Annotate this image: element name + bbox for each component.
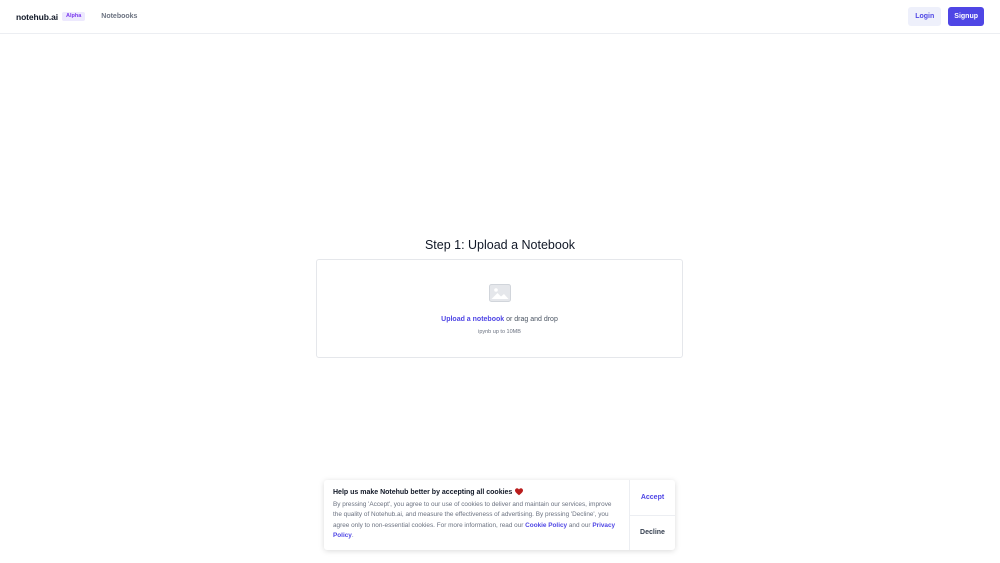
upload-instruction: Upload a notebook or drag and drop bbox=[317, 316, 682, 323]
cookie-body: Help us make Notehub better by accepting… bbox=[324, 480, 629, 550]
login-button[interactable]: Login bbox=[908, 7, 942, 26]
cookie-text-period: . bbox=[351, 531, 354, 539]
cookie-title-text: Help us make Notehub better by accepting… bbox=[333, 488, 513, 496]
upload-dropzone[interactable]: Upload a notebook or drag and drop ipynb… bbox=[316, 259, 683, 358]
image-placeholder-icon bbox=[489, 284, 511, 302]
upload-notebook-link[interactable]: Upload a notebook bbox=[441, 316, 504, 323]
file-type-hint: ipynb up to 10MB bbox=[478, 329, 521, 335]
cookie-text: By pressing 'Accept', you agree to our u… bbox=[333, 500, 621, 541]
alpha-badge: Alpha bbox=[61, 11, 86, 22]
drag-drop-text: or drag and drop bbox=[504, 316, 558, 323]
cookie-banner: Help us make Notehub better by accepting… bbox=[324, 480, 675, 550]
logo[interactable]: notehub.ai bbox=[16, 12, 58, 22]
nav-notebooks-link[interactable]: Notebooks bbox=[101, 13, 137, 20]
signup-button[interactable]: Signup bbox=[948, 7, 984, 26]
cookie-actions: Accept Decline bbox=[629, 480, 675, 550]
page-title: Step 1: Upload a Notebook bbox=[424, 238, 576, 252]
decline-button[interactable]: Decline bbox=[630, 516, 675, 551]
accept-button[interactable]: Accept bbox=[630, 480, 675, 516]
top-navbar: notehub.ai Alpha Notebooks Login Signup bbox=[0, 0, 1000, 34]
cookie-text-and: and our bbox=[567, 521, 593, 529]
header-actions: Login Signup bbox=[908, 7, 984, 26]
cookie-policy-link[interactable]: Cookie Policy bbox=[525, 522, 567, 529]
cookie-title: Help us make Notehub better by accepting… bbox=[333, 488, 621, 496]
brand[interactable]: notehub.ai Alpha bbox=[16, 11, 86, 22]
page: notehub.ai Alpha Notebooks Login Signup … bbox=[0, 0, 1000, 563]
heart-icon bbox=[515, 488, 524, 496]
